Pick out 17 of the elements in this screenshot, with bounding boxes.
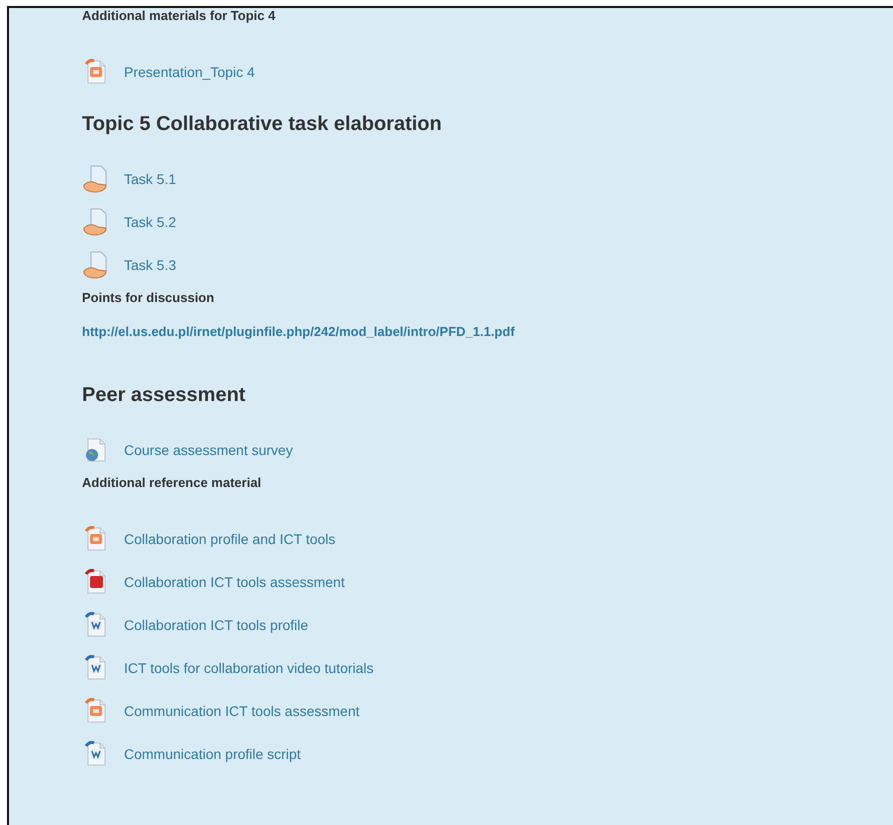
url-link[interactable]: http://el.us.edu.pl/irnet/pluginfile.php/242/mod_label/intro/PFD_1.1.pdf [82,320,515,344]
resource-link[interactable]: Course assessment survey [124,442,293,458]
resource-link[interactable]: Task 5.1 [124,170,176,186]
section-label: Points for discussion [82,289,214,307]
resource-link[interactable]: ICT tools for collaboration video tutorials [124,660,374,676]
section-heading: Topic 5 Collaborative task elaboration [82,112,442,137]
resource-link[interactable]: Task 5.3 [124,256,176,272]
resource-link[interactable]: Communication ICT tools assessment [124,702,360,718]
resource-link[interactable]: Collaboration ICT tools profile [124,616,308,632]
section-label: Additional reference material [82,474,262,492]
resource-link[interactable]: Communication profile script [124,746,301,762]
resource-link[interactable]: Collaboration profile and ICT tools [124,530,336,546]
section-heading: Peer assessment [82,383,246,408]
resource-link[interactable]: Collaboration ICT tools assessment [124,574,345,590]
section-label: Additional materials for Topic 4 [82,8,276,25]
resource-link[interactable]: Presentation_Topic 4 [124,64,255,80]
resource-link[interactable]: Task 5.2 [124,214,176,230]
